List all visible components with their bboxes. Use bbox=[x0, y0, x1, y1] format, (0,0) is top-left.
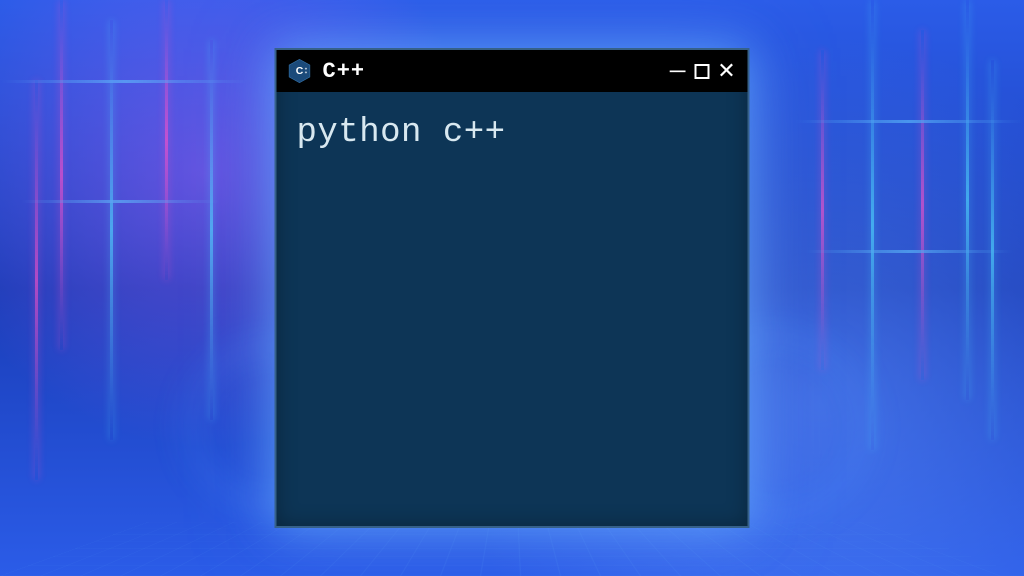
titlebar[interactable]: C + + C++ ─ ✕ bbox=[277, 50, 748, 92]
cpp-logo-icon: C + + bbox=[287, 58, 313, 84]
terminal-window: C + + C++ ─ ✕ python c++ bbox=[275, 48, 750, 528]
close-button[interactable]: ✕ bbox=[716, 60, 738, 82]
svg-text:C: C bbox=[296, 66, 304, 77]
maximize-button[interactable] bbox=[695, 64, 710, 79]
window-title: C++ bbox=[323, 59, 657, 84]
terminal-content: python c++ bbox=[297, 114, 506, 152]
terminal-body[interactable]: python c++ bbox=[277, 92, 748, 526]
minimize-button[interactable]: ─ bbox=[667, 60, 689, 82]
window-controls: ─ ✕ bbox=[667, 60, 738, 82]
